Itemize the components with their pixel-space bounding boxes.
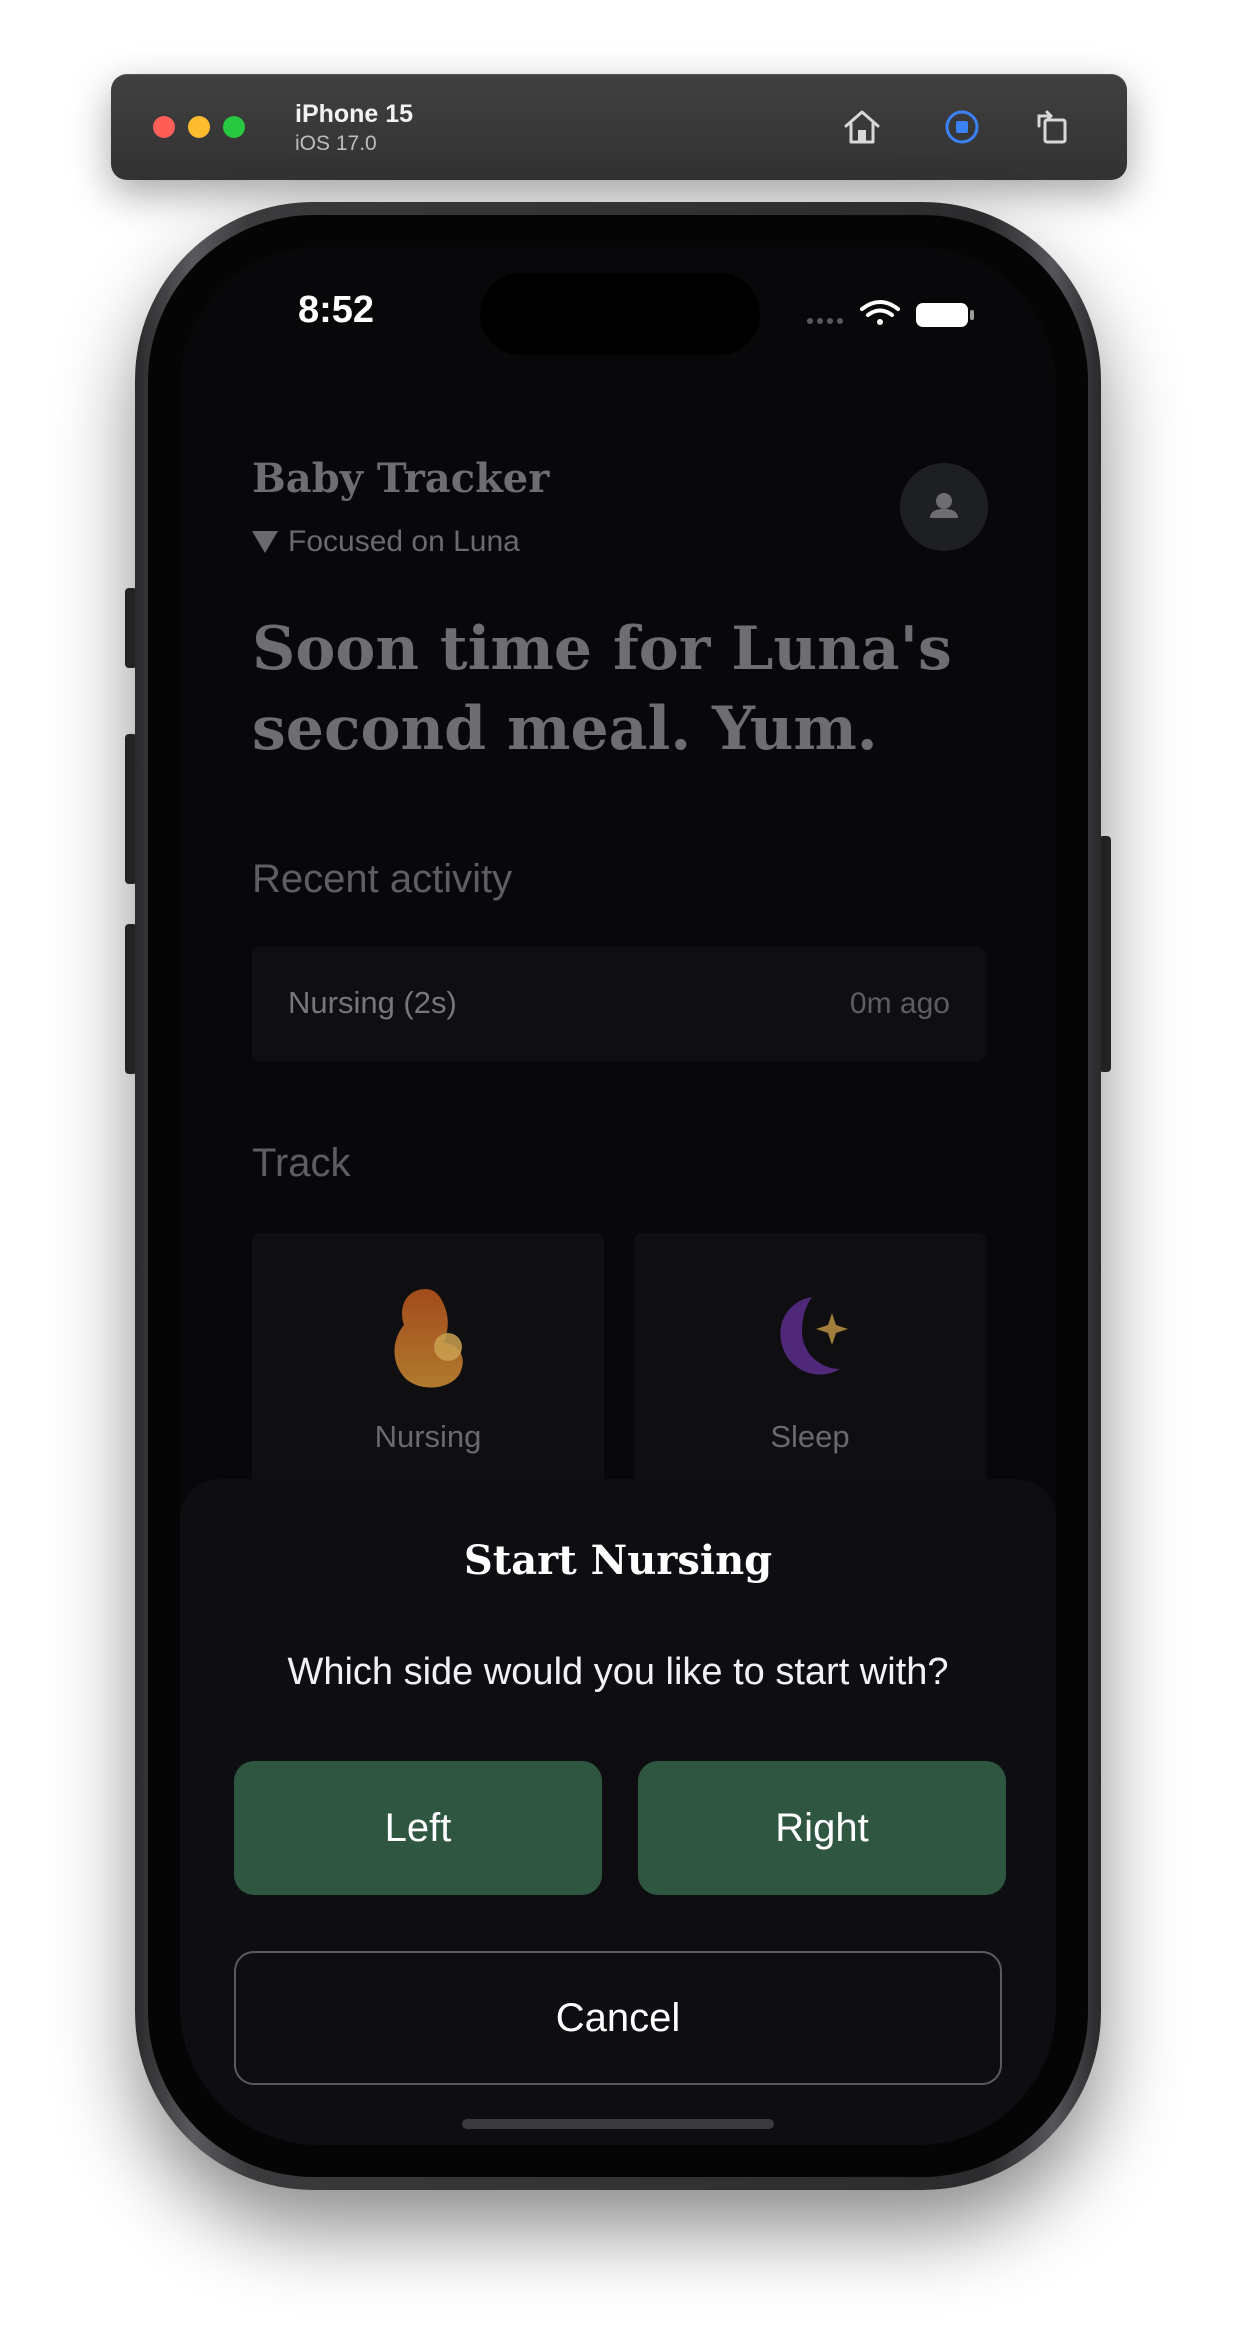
device-os-version: iOS 17.0 [295,132,377,155]
sheet-title: Start Nursing [463,1537,773,1584]
profile-avatar-button[interactable] [900,463,988,551]
wifi-icon [860,300,900,325]
cancel-button[interactable]: Cancel [234,1951,1002,2085]
home-indicator[interactable] [462,2119,774,2129]
simulator-stage: iPhone 15 iOS 17.0 Baby Tracker Focused … [0,0,1236,2342]
record-icon[interactable] [939,104,985,150]
battery-icon [916,303,974,327]
person-icon [930,493,958,518]
right-side-button[interactable]: Right [638,1761,1006,1895]
moon-star-icon [780,1297,848,1375]
simulator-toolbar: iPhone 15 iOS 17.0 [111,74,1127,180]
track-heading: Track [252,1141,351,1185]
phone-screen: Baby Tracker Focused on Luna Soon time f… [180,247,1056,2145]
status-time: 8:52 [298,289,375,331]
left-side-button[interactable]: Left [234,1761,602,1895]
activity-time: 0m ago [849,987,950,1020]
recent-activity-heading: Recent activity [252,857,513,901]
headline: Soon time for Luna's second meal. Yum. [252,614,952,764]
app-title: Baby Tracker [252,455,550,502]
zoom-window-button[interactable] [223,116,245,138]
triangle-down-icon [252,531,278,553]
dynamic-island [480,273,760,355]
home-icon[interactable] [839,104,885,150]
nursing-icon [394,1289,463,1388]
focus-selector[interactable]: Focused on Luna [252,525,520,559]
start-nursing-sheet: Start Nursing Which side would you like … [180,1479,1056,2145]
signal-dots-icon [807,318,843,324]
minimize-window-button[interactable] [188,116,210,138]
activity-name: Nursing (2s) [288,985,457,1020]
sheet-question: Which side would you like to start with? [287,1651,949,1693]
close-window-button[interactable] [153,116,175,138]
track-label-sleep: Sleep [770,1419,850,1454]
activity-row[interactable]: Nursing (2s) 0m ago [252,947,986,1061]
track-label-nursing: Nursing [374,1419,482,1454]
status-icons [807,300,974,327]
focus-label: Focused on Luna [288,525,520,558]
rotate-icon[interactable] [1029,104,1075,150]
device-name: iPhone 15 [295,100,414,128]
